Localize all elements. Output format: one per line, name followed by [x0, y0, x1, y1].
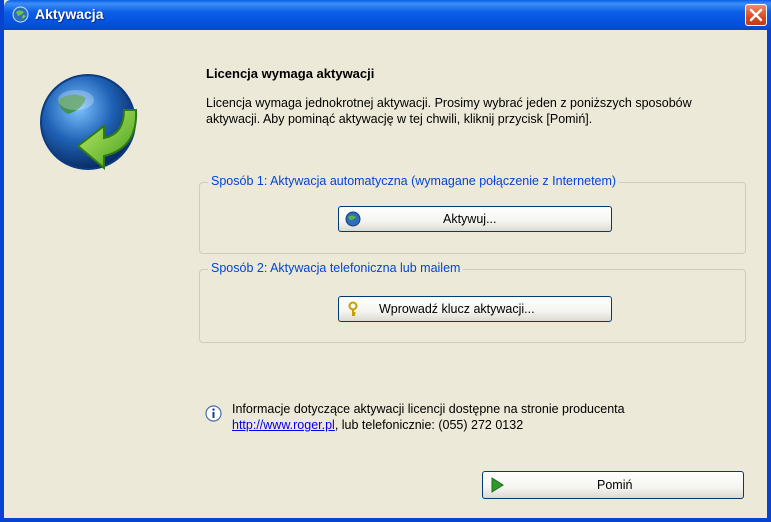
method1-group: Sposób 1: Aktywacja automatyczna (wymaga… [199, 174, 746, 254]
skip-button-label: Pomiń [597, 478, 633, 492]
info-contact-line: http://www.roger.pl, lub telefonicznie: … [232, 417, 625, 433]
info-text: Informacje dotyczące aktywacji licencji … [232, 402, 625, 416]
info-text-block: Informacje dotyczące aktywacji licencji … [232, 401, 625, 433]
app-globe-icon [12, 6, 29, 23]
method2-group: Sposób 2: Aktywacja telefoniczna lub mai… [199, 261, 746, 343]
page-title: Licencja wymaga aktywacji [206, 66, 375, 81]
title-bar[interactable]: Aktywacja [4, 0, 771, 30]
close-button[interactable] [745, 4, 767, 26]
enter-key-button[interactable]: Wprowadź klucz aktywacji... [338, 296, 612, 322]
info-icon [205, 405, 222, 422]
activation-globe-icon [40, 74, 138, 171]
play-arrow-icon [491, 477, 504, 493]
window-title: Aktywacja [35, 6, 104, 22]
activation-dialog: Aktywacja Licencja wymaga aktywacji Lice… [0, 0, 771, 522]
producer-link[interactable]: http://www.roger.pl [232, 418, 335, 432]
phone-text: , lub telefonicznie: (055) 272 0132 [334, 418, 524, 432]
close-icon [749, 8, 763, 22]
activate-button-label: Aktywuj... [443, 212, 497, 226]
globe-icon [345, 211, 361, 227]
skip-button[interactable]: Pomiń [482, 471, 744, 499]
method1-label: Sposób 1: Aktywacja automatyczna (wymaga… [208, 174, 620, 188]
key-icon [348, 301, 358, 316]
activate-button[interactable]: Aktywuj... [338, 206, 612, 232]
method2-label: Sposób 2: Aktywacja telefoniczna lub mai… [208, 261, 464, 275]
enter-key-button-label: Wprowadź klucz aktywacji... [379, 302, 535, 316]
description-text: Licencja wymaga jednokrotnej aktywacji. … [206, 96, 692, 126]
